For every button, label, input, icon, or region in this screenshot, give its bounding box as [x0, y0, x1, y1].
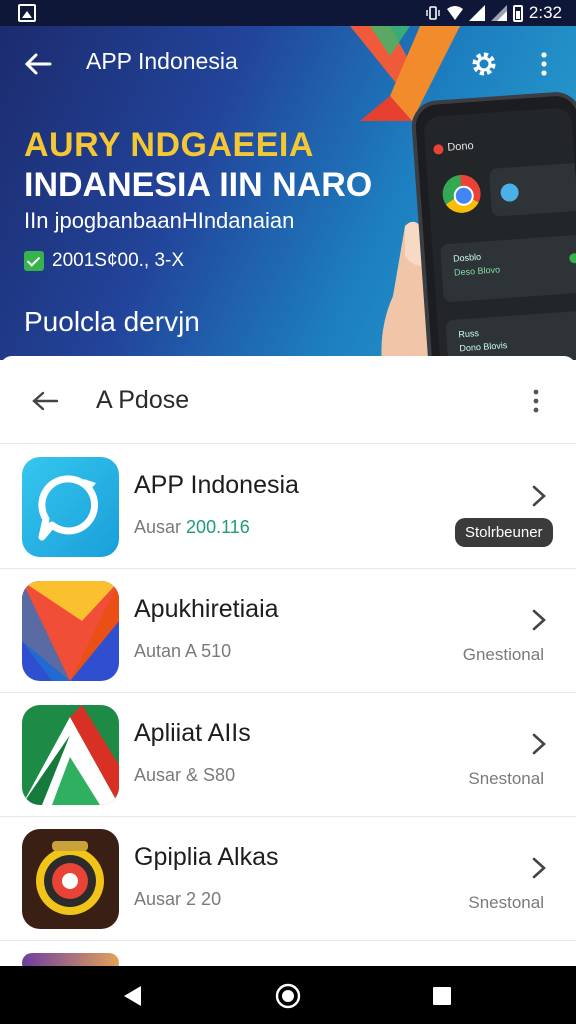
list-item[interactable]: Gpiplia Alkas Ausar 2 20 Snestonal [0, 817, 576, 941]
chevron-right-icon [532, 485, 546, 507]
arrow-a-icon [22, 705, 119, 805]
status-time: 2:32 [528, 3, 562, 22]
hero-subtitle: IIn jpogbanbaanHIndanaian [24, 208, 295, 233]
app-meta: Ausar 200.116 [134, 517, 250, 538]
status-bar: 2:32 [0, 0, 576, 26]
app-list-sheet: A Pdose APP Indonesia Ausar 200.116 Stol… [0, 356, 576, 973]
hero-cta-text[interactable]: Puolcla dervjn [24, 306, 200, 338]
app-meta: Ausar 2 20 [134, 889, 221, 910]
app-meta-prefix: Ausar [134, 889, 182, 909]
app-version: 200.116 [186, 517, 250, 537]
status-icons: 2:32 [425, 2, 562, 24]
app-meta-prefix: Ausar [134, 517, 182, 537]
signal-icon [490, 5, 507, 21]
chevron-right-icon [532, 733, 546, 755]
app-meta: Ausar & S80 [134, 765, 235, 786]
app-bar-title: APP Indonesia [86, 48, 238, 74]
navigation-bar [0, 966, 576, 1024]
app-name: Gpiplia Alkas [134, 843, 279, 871]
phone-mockup: Dono Dosblo Deso Blovo Russ Dono Blovis [410, 90, 576, 360]
back-nav-icon[interactable] [119, 982, 147, 1010]
vibrate-icon [426, 6, 440, 20]
settings-gear-icon[interactable] [468, 48, 500, 80]
hero-date-row: 2001S¢00., 3-X [24, 250, 184, 272]
image-notification-icon [18, 4, 36, 22]
list-item[interactable]: Apliiat AIIs Ausar & S80 Snestonal [0, 693, 576, 817]
phone-card-title: Russ [458, 328, 480, 340]
hero-headline-secondary: INDANESIA IIN NARO [24, 166, 373, 204]
chrome-icon [441, 173, 482, 215]
app-version: 2 20 [186, 889, 222, 909]
app-meta-prefix: Autan A [134, 641, 197, 661]
app-category: Snestonal [468, 769, 544, 788]
list-item[interactable]: Apukhiretiaia Autan A 510 Gnestional [0, 569, 576, 693]
tooltip: Stolrbeuner [455, 518, 553, 547]
wifi-icon [446, 6, 463, 20]
phone-header-text: Dono [446, 139, 475, 154]
hero-banner: Dono Dosblo Deso Blovo Russ Dono Blovis … [0, 26, 576, 360]
app-name: Apukhiretiaia [134, 595, 279, 623]
hero-headline: AURY NDGAEEIA [24, 126, 314, 164]
list-item[interactable]: APP Indonesia Ausar 200.116 [0, 445, 576, 569]
hero-date: 2001S¢00., 3-X [52, 250, 185, 271]
chevron-right-icon [532, 609, 546, 631]
chat-sync-icon [22, 457, 119, 557]
battery-icon [512, 4, 523, 22]
recents-nav-icon[interactable] [428, 982, 456, 1010]
app-meta: Autan A 510 [134, 641, 231, 662]
app-name: APP Indonesia [134, 471, 299, 499]
clock-gadget-icon [22, 829, 119, 929]
more-options-icon[interactable] [534, 48, 554, 80]
app-version: S80 [203, 765, 236, 785]
back-arrow-icon[interactable] [30, 386, 60, 416]
phone-card-title: Dosblo [452, 251, 482, 264]
more-options-icon[interactable] [526, 386, 546, 416]
app-category: Gnestional [462, 645, 544, 664]
back-arrow-icon[interactable] [22, 48, 54, 80]
check-icon [24, 251, 44, 271]
home-nav-icon[interactable] [274, 982, 302, 1010]
signal-icon [468, 5, 485, 21]
app-meta-prefix: Ausar & [134, 765, 199, 785]
chevron-right-icon [532, 857, 546, 879]
sheet-title: A Pdose [96, 386, 190, 414]
play-triangle-icon [22, 581, 119, 681]
sheet-header: A Pdose [0, 356, 576, 444]
app-category: Snestonal [468, 893, 544, 912]
app-bar: APP Indonesia [0, 26, 576, 100]
app-version: 510 [201, 641, 232, 661]
app-name: Apliiat AIIs [134, 719, 251, 747]
